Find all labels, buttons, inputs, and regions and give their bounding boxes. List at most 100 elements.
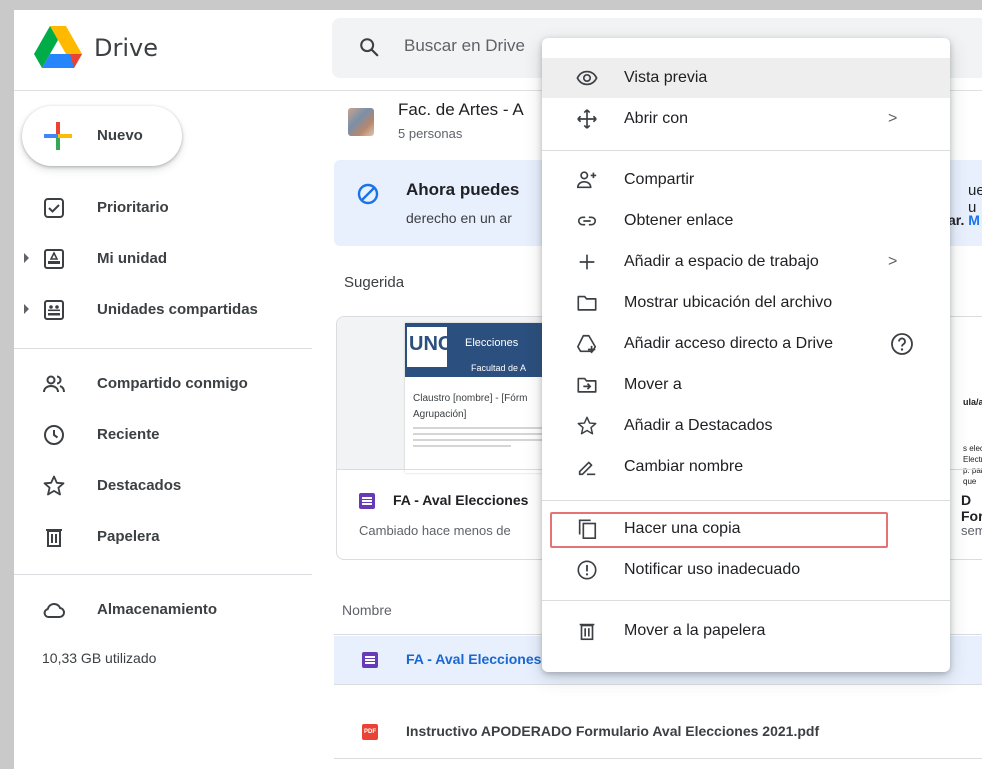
sidebar-item-label: Destacados [97, 477, 182, 494]
document-text-lines [413, 427, 553, 451]
pencil-icon [578, 461, 596, 476]
menu-item-vista-previa[interactable]: Vista previa [542, 58, 950, 98]
clock-icon [44, 425, 64, 445]
banner-text-right-2: ar. M [948, 212, 980, 228]
menu-item-label: Abrir con [624, 110, 689, 127]
menu-item-label: Mover a [624, 376, 682, 393]
my-drive-icon [44, 249, 64, 269]
sidebar-item-label: Almacenamiento [97, 601, 218, 618]
document-header-text: Elecciones [465, 337, 519, 349]
sidebar-item-label: Reciente [97, 426, 160, 443]
storage-used-text: 10,33 GB utilizado [42, 650, 157, 666]
search-icon[interactable] [358, 36, 380, 58]
sidebar-item-label: Papelera [97, 528, 160, 545]
sidebar-item-mi-unidad[interactable]: Mi unidad [14, 239, 314, 279]
file-row[interactable]: PDF Instructivo APODERADO Formulario Ava… [334, 708, 982, 756]
sidebar-item-label: Compartido conmigo [97, 375, 248, 392]
blocked-circle-icon [357, 183, 379, 205]
menu-item-label: Añadir acceso directo a Drive [624, 335, 833, 352]
file-preview: UNC Elecciones Facultad de A Claustro [n… [337, 317, 565, 473]
menu-item-label: Notificar uso inadecuado [624, 561, 801, 578]
new-button-label: Nuevo [97, 127, 143, 144]
banner-link[interactable]: M [968, 212, 980, 228]
menu-item-anadir-espacio-trabajo[interactable]: Añadir a espacio de trabajo > [542, 242, 950, 282]
search-input[interactable]: Buscar en Drive [404, 36, 525, 56]
menu-item-abrir-con[interactable]: Abrir con > [542, 99, 950, 139]
menu-item-label: Mostrar ubicación del archivo [624, 294, 833, 311]
document-subheader-text: Facultad de A [471, 363, 527, 373]
suggested-file-card[interactable]: UNC Elecciones Facultad de A Claustro [n… [336, 316, 566, 560]
drive-logo-icon[interactable] [34, 26, 82, 68]
help-icon[interactable] [890, 332, 914, 356]
trash-icon [46, 529, 62, 547]
cloud-icon [43, 602, 65, 618]
banner-text-fragment: ar. [948, 212, 965, 228]
folder-icon [577, 295, 597, 311]
add-shortcut-icon [577, 334, 597, 354]
drive-window: Drive Buscar en Drive Nuevo Prioritario [14, 10, 982, 769]
menu-divider [542, 600, 950, 601]
menu-divider [542, 500, 950, 501]
menu-item-label: Compartir [624, 171, 695, 188]
menu-item-label: Vista previa [624, 69, 708, 86]
sidebar-divider [14, 574, 312, 575]
move-to-icon [577, 377, 597, 393]
menu-item-mover-papelera[interactable]: Mover a la papelera [542, 611, 950, 651]
sidebar-item-label: Prioritario [97, 199, 169, 216]
shared-drives-icon [44, 300, 64, 320]
card-preview-text: ula/ag [963, 397, 982, 407]
card-divider [337, 469, 565, 470]
menu-item-label: Añadir a espacio de trabajo [624, 253, 819, 270]
app-name: Drive [94, 34, 158, 62]
chevron-right-icon: > [888, 110, 898, 127]
menu-item-label: Obtener enlace [624, 212, 734, 229]
banner-text-right: ue u [968, 182, 982, 216]
list-divider [334, 758, 982, 759]
sidebar-item-compartido-conmigo[interactable]: Compartido conmigo [14, 364, 314, 404]
sidebar-item-papelera[interactable]: Papelera [14, 517, 314, 557]
menu-item-cambiar-nombre[interactable]: Cambiar nombre [542, 447, 950, 487]
sidebar-item-prioritario[interactable]: Prioritario [14, 188, 314, 228]
menu-item-label: Añadir a Destacados [624, 417, 773, 434]
plus-icon [579, 254, 595, 270]
expand-arrow-icon[interactable] [24, 253, 29, 263]
card-subtitle: sema [961, 523, 982, 538]
move-arrows-icon [577, 109, 597, 129]
expand-arrow-icon[interactable] [24, 304, 29, 314]
people-icon [43, 375, 65, 393]
person-add-icon [577, 171, 597, 189]
sidebar-item-unidades-compartidas[interactable]: Unidades compartidas [14, 290, 314, 330]
menu-item-mover-a[interactable]: Mover a [542, 365, 950, 405]
workspace-subtitle: 5 personas [398, 126, 463, 141]
sidebar-item-reciente[interactable]: Reciente [14, 415, 314, 455]
list-divider [334, 684, 982, 685]
card-subtitle: Cambiado hace menos de [359, 523, 511, 538]
menu-item-notificar-uso[interactable]: Notificar uso inadecuado [542, 550, 950, 590]
link-icon [577, 216, 597, 226]
menu-item-label: Cambiar nombre [624, 458, 744, 475]
pdf-icon: PDF [362, 724, 378, 740]
trash-icon [579, 623, 595, 641]
new-button[interactable]: Nuevo [22, 106, 182, 166]
sidebar-item-label: Mi unidad [97, 250, 167, 267]
file-name: Instructivo APODERADO Formulario Aval El… [406, 723, 820, 739]
sidebar-divider [14, 348, 312, 349]
highlight-box [550, 512, 888, 548]
column-header-name[interactable]: Nombre [342, 602, 392, 618]
star-icon [577, 416, 597, 435]
menu-item-anadir-destacados[interactable]: Añadir a Destacados [542, 406, 950, 446]
alert-icon [577, 560, 597, 580]
sidebar-item-almacenamiento[interactable]: Almacenamiento [14, 590, 314, 630]
menu-item-anadir-acceso-directo[interactable]: Añadir acceso directo a Drive [542, 324, 950, 364]
card-title: FA - Aval Elecciones [393, 492, 529, 508]
menu-item-compartir[interactable]: Compartir [542, 160, 950, 200]
sidebar-item-destacados[interactable]: Destacados [14, 466, 314, 506]
menu-item-obtener-enlace[interactable]: Obtener enlace [542, 201, 950, 241]
banner-body: derecho en un ar [406, 210, 512, 226]
star-icon [43, 475, 65, 496]
card-title: D For [961, 492, 982, 524]
card-preview-text-2: s electo s Electrón p. para que [963, 444, 982, 486]
menu-item-mostrar-ubicacion[interactable]: Mostrar ubicación del archivo [542, 283, 950, 323]
unc-logo: UNC [407, 327, 452, 367]
chevron-right-icon: > [888, 253, 898, 270]
